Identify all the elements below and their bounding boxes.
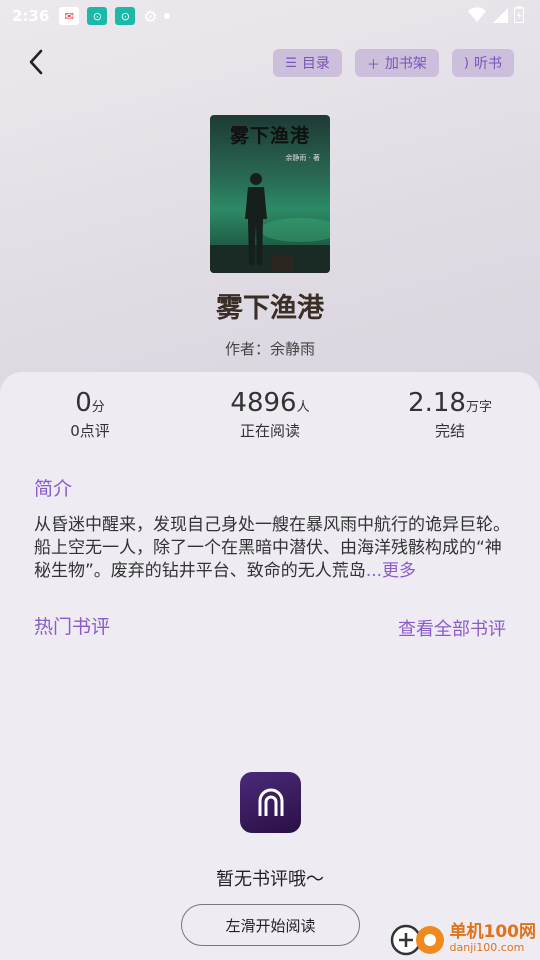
watermark-sub: danji100.com	[449, 940, 525, 954]
view-all-reviews-link[interactable]: 查看全部书评	[398, 615, 506, 641]
watermark-text: 单机100网 danji100.com	[450, 923, 537, 954]
stat-words: 2.18万字 完结	[360, 388, 540, 441]
battery-icon	[514, 6, 524, 23]
audio-wave-icon: )	[463, 55, 469, 71]
stat-readers: 4896人 正在阅读	[180, 388, 360, 441]
status-time: 2:36	[12, 7, 50, 25]
toc-label: 目录	[301, 56, 330, 72]
stat-rating: 0分 0点评	[0, 388, 180, 441]
stat-unit: 万字	[465, 400, 492, 415]
detail-card: 0分 0点评 4896人 正在阅读 2.18万字 完结 简介 从昏迷中醒来，发现…	[0, 372, 540, 960]
settings-gear-icon: ⚙	[143, 6, 158, 26]
app-notification-icon: ✉	[59, 7, 80, 25]
intro-heading: 简介	[34, 478, 73, 500]
stat-value: 4896	[230, 388, 297, 418]
stat-unit: 分	[91, 400, 105, 415]
stat-unit: 人	[296, 400, 310, 415]
stat-value: 2.18	[408, 388, 466, 418]
watermark-main: 单机100网	[449, 921, 537, 942]
top-actions: ☰ 目录 ＋ 加书架 ) 听书	[273, 49, 514, 77]
status-bar: 2:36 ✉ ⊙ ⊙ ⚙	[0, 0, 540, 32]
listen-button[interactable]: ) 听书	[451, 49, 514, 77]
wifi-icon	[468, 6, 486, 22]
plus-icon: ＋	[366, 57, 380, 73]
app-notification-icon: ⊙	[115, 7, 136, 25]
app-notification-icon: ⊙	[87, 7, 108, 25]
watermark-logo-icon	[390, 924, 444, 956]
listen-label: 听书	[474, 56, 502, 72]
stat-value: 0	[75, 388, 92, 418]
book-cover: 雾下渔港 余静雨 · 著	[210, 115, 330, 273]
intro-body: 从昏迷中醒来，发现自己身处一艘在暴风雨中航行的诡异巨轮。船上空无一人，除了一个在…	[34, 515, 510, 581]
arch-icon	[258, 788, 283, 816]
more-notifications-dot-icon	[163, 13, 170, 19]
back-button[interactable]	[20, 46, 52, 78]
reviews-heading: 热门书评	[34, 616, 111, 638]
stats-row: 0分 0点评 4896人 正在阅读 2.18万字 完结	[0, 388, 540, 441]
start-reading-button[interactable]: 左滑开始阅读	[181, 904, 360, 946]
chevron-left-icon	[29, 49, 43, 75]
app-logo-icon	[240, 772, 301, 833]
stat-label: 正在阅读	[239, 422, 300, 440]
add-to-shelf-button[interactable]: ＋ 加书架	[354, 49, 439, 77]
watermark: 单机100网 danji100.com	[390, 918, 537, 958]
add-shelf-label: 加书架	[384, 56, 427, 72]
list-icon: ☰	[285, 55, 297, 71]
cover-figure-illustration	[210, 173, 330, 273]
stat-label: 0点评	[70, 422, 110, 440]
more-link[interactable]: ...更多	[366, 561, 416, 581]
book-title: 雾下渔港	[216, 293, 324, 324]
author-line: 作者：余静雨	[224, 340, 315, 358]
toc-button[interactable]: ☰ 目录	[273, 49, 342, 77]
empty-reviews-text: 暂无书评哦～	[216, 869, 324, 890]
intro-text: 从昏迷中醒来，发现自己身处一艘在暴风雨中航行的诡异巨轮。船上空无一人，除了一个在…	[34, 514, 514, 583]
signal-icon	[493, 7, 508, 23]
stat-label: 完结	[434, 422, 465, 440]
